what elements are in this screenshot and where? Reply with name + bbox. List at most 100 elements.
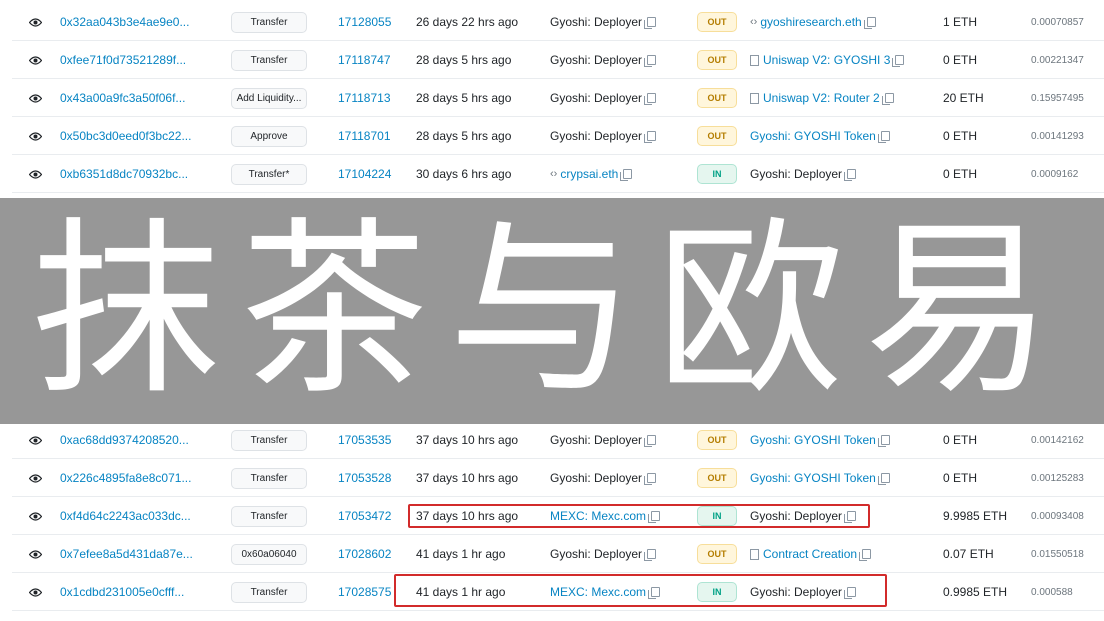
copy-icon[interactable] [877, 131, 890, 143]
from-address-text[interactable]: crypsai.eth [560, 167, 618, 181]
document-icon [750, 54, 759, 66]
eye-icon[interactable] [22, 427, 48, 453]
to-address-text[interactable]: Gyoshi: GYOSHI Token [750, 471, 876, 485]
copy-icon[interactable] [844, 169, 857, 181]
table-row: 0xac68dd9374208520... Transfer 17053535 37 … [12, 421, 1104, 459]
direction-cell: OUT [696, 117, 738, 155]
block-link[interactable]: 17053472 [338, 497, 408, 535]
to-address: Gyoshi: Deployer [750, 155, 930, 193]
txn-fee-text: 0.000588 [1031, 586, 1073, 598]
block-link[interactable]: 17104224 [338, 155, 408, 193]
to-address-text[interactable]: Uniswap V2: GYOSHI 3 [763, 53, 890, 67]
tx-hash-link[interactable]: 0x7efee8a5d431da87e... [60, 535, 220, 573]
banner-title: 抹茶与欧易 [32, 201, 1072, 420]
from-address-text[interactable]: Gyoshi: Deployer [550, 15, 642, 29]
view-cell [20, 535, 50, 573]
copy-icon[interactable] [844, 587, 857, 599]
copy-icon[interactable] [881, 93, 894, 105]
to-address-text[interactable]: Uniswap V2: Router 2 [763, 91, 880, 105]
tx-hash-link[interactable]: 0xfee71f0d73521289f... [60, 41, 220, 79]
method-cell: Transfer [230, 573, 308, 611]
eye-icon[interactable] [22, 503, 48, 529]
code-icon: ‹› [550, 168, 558, 180]
block-link[interactable]: 17128055 [338, 3, 408, 41]
tx-hash-link[interactable]: 0xb6351d8dc70932bc... [60, 155, 220, 193]
copy-icon[interactable] [892, 55, 905, 67]
age-text: 41 days 1 hr ago [416, 585, 506, 599]
tx-hash-link[interactable]: 0x226c4895fa8e8c071... [60, 459, 220, 497]
to-address-text[interactable]: Gyoshi: GYOSHI Token [750, 433, 876, 447]
block-link[interactable]: 17053528 [338, 459, 408, 497]
eye-icon[interactable] [22, 47, 48, 73]
copy-icon[interactable] [859, 549, 872, 561]
method-badge: Approve [231, 125, 307, 147]
block-link[interactable]: 17028575 [338, 573, 408, 611]
block-link[interactable]: 17118701 [338, 117, 408, 155]
from-address-text[interactable]: Gyoshi: Deployer [550, 471, 642, 485]
method-cell: Transfer [230, 41, 308, 79]
to-address-text[interactable]: Gyoshi: Deployer [750, 509, 842, 523]
eye-icon[interactable] [22, 9, 48, 35]
tx-hash-link[interactable]: 0x50bc3d0eed0f3bc22... [60, 117, 220, 155]
to-address-text[interactable]: Gyoshi: Deployer [750, 167, 842, 181]
tx-hash-link[interactable]: 0xac68dd9374208520... [60, 421, 220, 459]
copy-icon[interactable] [644, 93, 657, 105]
eye-icon[interactable] [22, 123, 48, 149]
block-link[interactable]: 17053535 [338, 421, 408, 459]
copy-icon[interactable] [648, 587, 661, 599]
from-address-text[interactable]: Gyoshi: Deployer [550, 433, 642, 447]
from-address: Gyoshi: Deployer [550, 117, 690, 155]
from-address-text[interactable]: MEXC: Mexc.com [550, 585, 646, 599]
eye-icon[interactable] [22, 541, 48, 567]
copy-icon[interactable] [644, 435, 657, 447]
copy-icon[interactable] [644, 131, 657, 143]
from-address-text[interactable]: Gyoshi: Deployer [550, 91, 642, 105]
eye-icon[interactable] [22, 85, 48, 111]
to-address: Gyoshi: Deployer [750, 497, 930, 535]
copy-icon[interactable] [620, 169, 633, 181]
txn-fee-text: 0.00141293 [1031, 130, 1084, 142]
eye-icon[interactable] [22, 465, 48, 491]
from-address-text[interactable]: Gyoshi: Deployer [550, 129, 642, 143]
value-text: 9.9985 ETH [943, 509, 1008, 523]
method-badge: Transfer [231, 581, 307, 603]
to-address-text[interactable]: Gyoshi: GYOSHI Token [750, 129, 876, 143]
tx-hash-link[interactable]: 0x32aa043b3e4ae9e0... [60, 3, 220, 41]
tx-hash-link[interactable]: 0x43a00a9fc3a50f06f... [60, 79, 220, 117]
tx-hash-link[interactable]: 0x1cdbd231005e0cfff... [60, 573, 220, 611]
copy-icon[interactable] [644, 549, 657, 561]
value-text: 0 ETH [943, 129, 978, 143]
copy-icon[interactable] [863, 17, 876, 29]
to-address: ‹› gyoshiresearch.eth [750, 3, 930, 41]
block-link[interactable]: 17118747 [338, 41, 408, 79]
tx-hash-link[interactable]: 0xf4d64c2243ac033dc... [60, 497, 220, 535]
direction-badge: IN [697, 506, 737, 526]
txn-fee-text: 0.00093408 [1031, 510, 1084, 522]
copy-icon[interactable] [844, 511, 857, 523]
from-address: Gyoshi: Deployer [550, 41, 690, 79]
view-cell [20, 573, 50, 611]
copy-icon[interactable] [644, 473, 657, 485]
method-cell: 0x60a06040 [230, 535, 308, 573]
copy-icon[interactable] [644, 55, 657, 67]
eye-icon[interactable] [22, 579, 48, 605]
direction-cell: OUT [696, 421, 738, 459]
from-address: Gyoshi: Deployer [550, 459, 690, 497]
from-address: Gyoshi: Deployer [550, 535, 690, 573]
txn-fee-text: 0.00142162 [1031, 434, 1084, 446]
from-address-text[interactable]: Gyoshi: Deployer [550, 53, 642, 67]
to-address-text[interactable]: gyoshiresearch.eth [760, 15, 861, 29]
copy-icon[interactable] [877, 473, 890, 485]
to-address-text[interactable]: Gyoshi: Deployer [750, 585, 842, 599]
block-link[interactable]: 17118713 [338, 79, 408, 117]
from-address: MEXC: Mexc.com [550, 573, 690, 611]
value-text: 0 ETH [943, 53, 978, 67]
from-address-text[interactable]: MEXC: Mexc.com [550, 509, 646, 523]
from-address-text[interactable]: Gyoshi: Deployer [550, 547, 642, 561]
copy-icon[interactable] [877, 435, 890, 447]
copy-icon[interactable] [644, 17, 657, 29]
copy-icon[interactable] [648, 511, 661, 523]
eye-icon[interactable] [22, 161, 48, 187]
to-address-text[interactable]: Contract Creation [763, 547, 857, 561]
block-link[interactable]: 17028602 [338, 535, 408, 573]
